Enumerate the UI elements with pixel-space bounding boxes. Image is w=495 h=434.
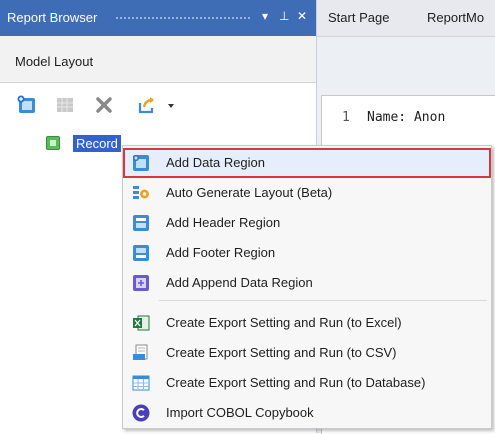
menu-label: Add Footer Region [166,245,276,260]
menu-item-export-csv[interactable]: Create Export Setting and Run (to CSV) [124,339,490,367]
panel-toolbar [0,83,316,127]
menu-label: Add Data Region [166,155,266,170]
export-icon[interactable] [137,95,157,115]
add-region-icon[interactable] [17,95,37,115]
menu-item-auto-generate-layout[interactable]: Auto Generate Layout (Beta) [124,179,490,207]
database-icon [132,375,150,391]
append-region-icon [133,275,149,291]
footer-region-icon [133,245,149,261]
record-icon [46,136,60,150]
cobol-icon [132,404,150,422]
menu-label: Create Export Setting and Run (to Excel) [166,315,402,330]
model-layout-tab[interactable]: Model Layout [0,36,316,83]
menu-item-export-excel[interactable]: Create Export Setting and Run (to Excel) [124,309,490,337]
menu-item-add-header-region[interactable]: Add Header Region [124,209,490,237]
tab-start-page[interactable]: Start Page [328,10,389,25]
panel-title-bar: Report Browser ▾ ⊥ ✕ [0,0,316,36]
menu-item-add-data-region[interactable]: Add Data Region [123,148,491,178]
panel-title: Report Browser [7,10,98,25]
model-layout-label: Model Layout [15,54,94,69]
pin-icon[interactable]: ⊥ [279,9,289,23]
menu-label: Create Export Setting and Run (to CSV) [166,345,397,360]
record-label: Record [73,135,121,152]
grid-icon[interactable] [55,95,75,115]
excel-icon [133,315,150,331]
auto-generate-icon [133,186,149,199]
menu-label: Import COBOL Copybook [166,405,314,420]
menu-item-add-footer-region[interactable]: Add Footer Region [124,239,490,267]
menu-label: Add Header Region [166,215,281,230]
code-line: Name: Anon [367,110,446,125]
add-data-region-icon [133,155,149,171]
menu-item-add-append-data-region[interactable]: Add Append Data Region [124,269,490,297]
export-dropdown-icon[interactable] [167,95,175,115]
menu-label: Auto Generate Layout (Beta) [166,185,333,200]
title-grip [115,16,250,21]
menu-item-import-cobol[interactable]: Import COBOL Copybook [124,399,490,427]
menu-label: Add Append Data Region [166,275,313,290]
header-region-icon [133,215,149,231]
csv-icon [133,344,148,360]
close-icon[interactable]: ✕ [297,9,307,23]
context-menu: Add Data Region Auto Generate Layout (Be… [122,145,492,429]
menu-label: Create Export Setting and Run (to Databa… [166,375,426,390]
document-tab-bar: Start Page ReportMo [317,0,495,37]
tab-report-model[interactable]: ReportMo [427,10,484,25]
menu-item-export-database[interactable]: Create Export Setting and Run (to Databa… [124,369,490,397]
menu-separator [159,300,487,301]
dropdown-icon[interactable]: ▾ [262,9,268,23]
line-number: 1 [342,110,350,125]
delete-icon[interactable] [94,95,114,115]
